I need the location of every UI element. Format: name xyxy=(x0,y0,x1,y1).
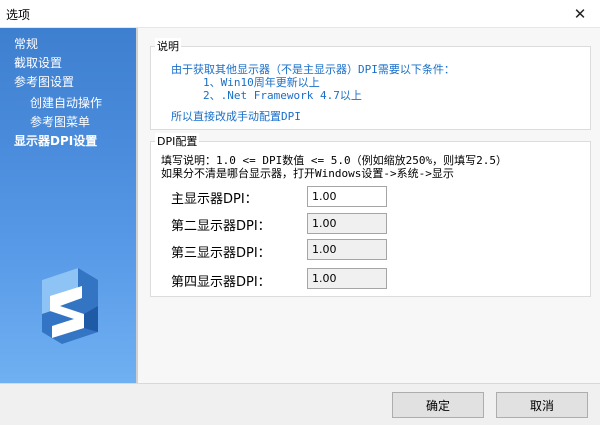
info-fieldset: 说明 由于获取其他显示器（不是主显示器）DPI需要以下条件： 1、Win10周年… xyxy=(150,38,591,130)
cancel-button[interactable]: 取消 xyxy=(496,392,588,418)
window-title: 选项 xyxy=(6,8,31,22)
dpi-legend: DPI配置 xyxy=(155,133,200,149)
second-dpi-label: 第二显示器DPI： xyxy=(171,219,271,234)
ok-button[interactable]: 确定 xyxy=(392,392,484,418)
dpi-fieldset: DPI配置 填写说明：1.0 <= DPI数值 <= 5.0（例如缩放250%，… xyxy=(150,133,591,297)
app-logo-icon xyxy=(42,268,98,344)
info-line-3: 2、.Net Framework 4.7以上 xyxy=(203,89,362,102)
sidebar-item-reference-image-settings[interactable]: 参考图设置 xyxy=(14,73,74,90)
third-dpi-label: 第三显示器DPI： xyxy=(171,246,271,261)
sidebar: 常规 截取设置 参考图设置 创建自动操作 参考图菜单 显示器DPI设置 xyxy=(0,28,136,383)
sidebar-item-create-auto-action[interactable]: 创建自动操作 xyxy=(30,94,102,111)
title-bar: 选项 ✕ xyxy=(0,0,600,28)
sidebar-item-capture-settings[interactable]: 截取设置 xyxy=(14,54,62,71)
dpi-hint-2: 如果分不清是哪台显示器，打开Windows设置->系统->显示 xyxy=(161,167,454,180)
primary-dpi-label: 主显示器DPI： xyxy=(171,192,258,207)
primary-dpi-input[interactable] xyxy=(307,186,387,207)
info-legend: 说明 xyxy=(155,38,181,54)
sidebar-item-reference-image-menu[interactable]: 参考图菜单 xyxy=(30,113,90,130)
info-line-4: 所以直接改成手动配置DPI xyxy=(171,110,301,123)
second-dpi-input[interactable] xyxy=(307,213,387,234)
fourth-dpi-input[interactable] xyxy=(307,268,387,289)
sidebar-item-general[interactable]: 常规 xyxy=(14,35,38,52)
close-icon: ✕ xyxy=(573,5,587,23)
fourth-dpi-label: 第四显示器DPI： xyxy=(171,275,271,290)
content-area: 说明 由于获取其他显示器（不是主显示器）DPI需要以下条件： 1、Win10周年… xyxy=(136,28,600,383)
third-dpi-input[interactable] xyxy=(307,239,387,260)
sidebar-item-monitor-dpi[interactable]: 显示器DPI设置 xyxy=(14,132,97,149)
dialog-footer: 确定 取消 xyxy=(0,383,600,425)
close-button[interactable]: ✕ xyxy=(560,0,600,28)
